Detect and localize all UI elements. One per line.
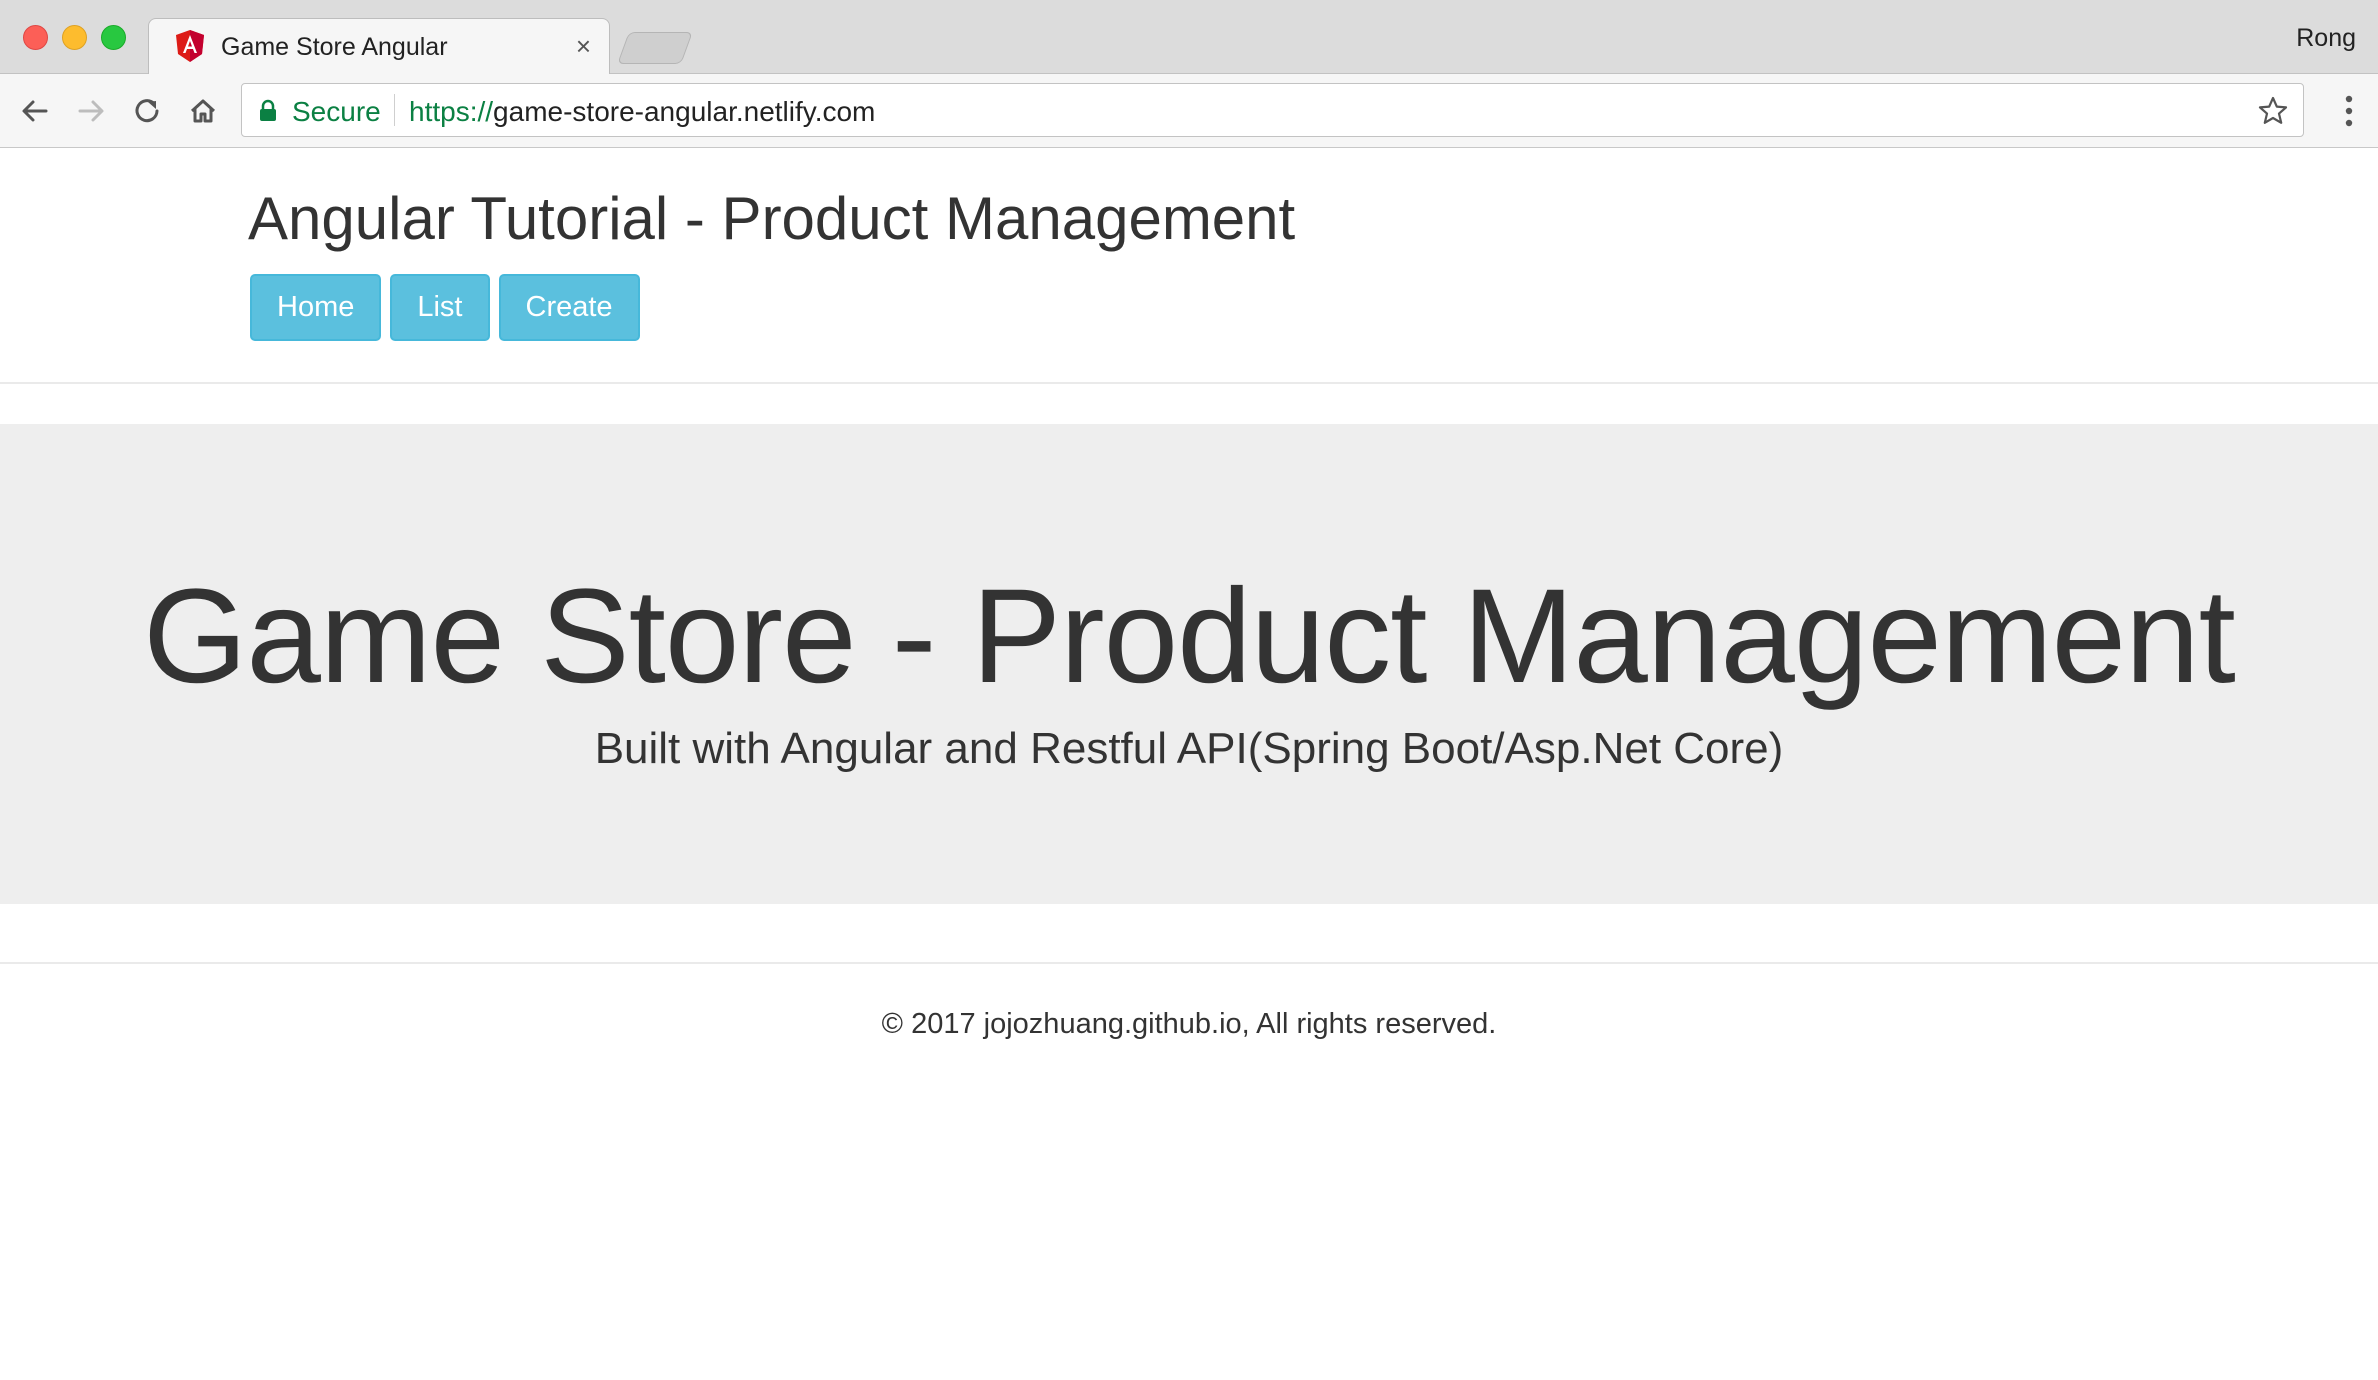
footer-copyright: © 2017 jojozhuang.github.io, All rights … [881, 1008, 1497, 1040]
jumbotron-subtitle: Built with Angular and Restful API(Sprin… [594, 724, 1784, 773]
footer-divider [0, 962, 2378, 964]
page-header: Angular Tutorial - Product Management Ho… [0, 148, 2378, 384]
tab-close-icon[interactable]: × [576, 31, 591, 62]
url-scheme: https:// [409, 96, 494, 127]
reload-icon[interactable] [128, 92, 166, 130]
tab-title: Game Store Angular [221, 33, 448, 61]
url-text[interactable]: https://game-store-angular.netlify.com [409, 96, 875, 128]
browser-tab[interactable]: Game Store Angular × [148, 18, 610, 75]
lock-icon [260, 99, 276, 121]
browser-toolbar: Secure https://game-store-angular.netlif… [0, 74, 2378, 148]
angular-icon [176, 30, 204, 62]
nav-home-button[interactable]: Home [250, 274, 382, 341]
new-tab-button[interactable] [617, 32, 693, 64]
nav-create-button[interactable]: Create [498, 274, 640, 341]
back-arrow-icon[interactable] [16, 92, 54, 130]
address-separator [394, 94, 395, 126]
main-nav: Home List Create [250, 274, 640, 341]
window-minimize-button[interactable] [62, 25, 87, 50]
window-maximize-button[interactable] [101, 25, 126, 50]
window-close-button[interactable] [23, 25, 48, 50]
jumbotron-title: Game Store - Product Management [143, 562, 2236, 711]
url-host: game-store-angular.netlify.com [493, 96, 876, 127]
profile-name[interactable]: Rong [2296, 24, 2356, 53]
secure-label: Secure [292, 96, 381, 127]
browser-tab-strip: Game Store Angular × Rong [0, 0, 2378, 75]
menu-dots-icon[interactable] [2344, 94, 2354, 128]
nav-list-button[interactable]: List [390, 274, 490, 341]
jumbotron: Game Store - Product Management Built wi… [0, 424, 2378, 904]
star-icon[interactable] [2257, 95, 2289, 127]
address-bar[interactable]: Secure https://game-store-angular.netlif… [241, 83, 2304, 137]
site-title: Angular Tutorial - Product Management [248, 185, 1296, 252]
home-icon[interactable] [184, 92, 222, 130]
forward-arrow-icon[interactable] [72, 92, 110, 130]
